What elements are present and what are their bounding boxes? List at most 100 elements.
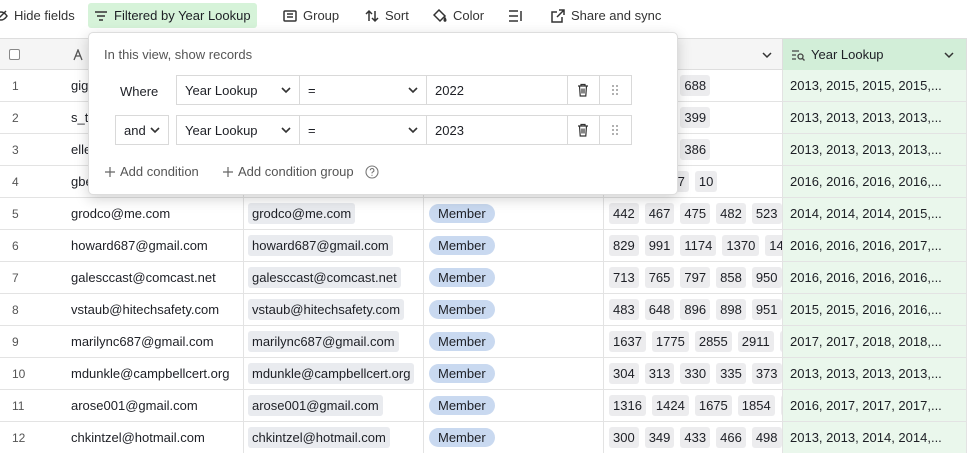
year-lookup-cell[interactable]: 2013, 2013, 2013, 2013,... — [783, 358, 967, 389]
table-row[interactable]: 10 mdunkle@campbellcert.org mdunkle@campbe… — [0, 358, 967, 390]
linked-record-chip[interactable]: grodco@me.com — [248, 203, 356, 224]
chevron-down-icon — [281, 127, 291, 134]
number-list-cell[interactable]: 483 648 896 898 951 — [604, 294, 783, 325]
number-chip: 648 — [644, 299, 675, 320]
year-lookup-cell[interactable]: 2013, 2015, 2015, 2015,... — [783, 70, 967, 101]
linked-record-cell[interactable]: arose001@gmail.com — [244, 390, 424, 421]
share-sync-button[interactable]: Share and sync — [545, 3, 667, 28]
condition-field-select[interactable]: Year Lookup — [176, 75, 300, 105]
email-cell[interactable]: grodco@me.com — [70, 198, 244, 229]
number-list-cell[interactable]: 300 349 433 466 498 — [604, 422, 783, 453]
table-row[interactable]: 11 arose001@gmail.com arose001@gmail.com Me… — [0, 390, 967, 422]
condition-value-input[interactable]: 2022 — [427, 75, 568, 105]
color-label: Color — [453, 8, 485, 23]
year-lookup-header-label: Year Lookup — [811, 47, 884, 62]
year-lookup-cell[interactable]: 2016, 2016, 2016, 2017,... — [783, 230, 967, 261]
number-list-cell[interactable]: 304 313 330 335 373 — [604, 358, 783, 389]
year-lookup-cell[interactable]: 2014, 2014, 2014, 2015,... — [783, 198, 967, 229]
linked-record-chip[interactable]: vstaub@hitechsafety.com — [248, 299, 405, 320]
linked-record-chip[interactable]: marilync687@gmail.com — [248, 331, 399, 352]
table-row[interactable]: 6 howard687@gmail.com howard687@gmail.com M… — [0, 230, 967, 262]
linked-record-chip[interactable]: galesccast@comcast.net — [248, 267, 401, 288]
role-cell[interactable]: Member — [424, 358, 604, 389]
email-cell[interactable]: marilync687@gmail.com — [70, 326, 244, 357]
number-chip: 797 — [680, 267, 711, 288]
paint-bucket-icon — [433, 8, 447, 22]
year-lookup-cell[interactable]: 2016, 2016, 2016, 2016,... — [783, 262, 967, 293]
year-lookup-cell[interactable]: 2016, 2016, 2016, 2016,... — [783, 166, 967, 197]
number-list-cell[interactable]: 13161424167518541 — [604, 390, 783, 421]
number-chip: 896 — [680, 299, 711, 320]
linked-record-cell[interactable]: mdunkle@campbellcert.org — [244, 358, 424, 389]
year-lookup-cell[interactable]: 2017, 2017, 2018, 2018,... — [783, 326, 967, 357]
linked-record-cell[interactable]: chkintzel@hotmail.com — [244, 422, 424, 453]
role-cell[interactable]: Member — [424, 294, 604, 325]
table-row[interactable]: 5 grodco@me.com grodco@me.com Member 442 467 4… — [0, 198, 967, 230]
drag-condition-handle[interactable] — [600, 75, 632, 105]
linked-record-chip[interactable]: arose001@gmail.com — [248, 395, 383, 416]
conjunction-select[interactable]: and — [115, 115, 169, 145]
add-condition-group-button[interactable]: Add condition group — [223, 164, 379, 179]
condition-value-input[interactable]: 2023 — [427, 115, 568, 145]
view-toolbar: Hide fields Filtered by Year Lookup Grou… — [0, 0, 967, 32]
help-icon[interactable] — [365, 164, 379, 179]
year-lookup-cell[interactable]: 2015, 2015, 2016, 2016,... — [783, 294, 967, 325]
drag-handle-icon — [612, 85, 618, 95]
linked-record-cell[interactable]: grodco@me.com — [244, 198, 424, 229]
role-cell[interactable]: Member — [424, 422, 604, 453]
linked-record-cell[interactable]: howard687@gmail.com — [244, 230, 424, 261]
email-cell[interactable]: howard687@gmail.com — [70, 230, 244, 261]
select-all-checkbox[interactable] — [0, 39, 70, 70]
number-list-cell[interactable]: 16371775285529112 — [604, 326, 783, 357]
column-header-year-lookup[interactable]: Year Lookup — [783, 39, 967, 70]
table-row[interactable]: 8 vstaub@hitechsafety.com vstaub@hitechsaf… — [0, 294, 967, 326]
chevron-down-icon — [281, 87, 291, 94]
lookup-icon — [792, 49, 805, 61]
delete-condition-button[interactable] — [568, 115, 600, 145]
add-condition-button[interactable]: Add condition — [105, 164, 199, 179]
linked-record-chip[interactable]: howard687@gmail.com — [248, 235, 393, 256]
number-list-cell[interactable]: 442 467 475 482 523 — [604, 198, 783, 229]
linked-record-cell[interactable]: marilync687@gmail.com — [244, 326, 424, 357]
role-cell[interactable]: Member — [424, 230, 604, 261]
email-cell[interactable]: vstaub@hitechsafety.com — [70, 294, 244, 325]
number-chip: 442 — [609, 203, 639, 224]
condition-field-select[interactable]: Year Lookup — [176, 115, 300, 145]
number-list-cell[interactable]: 713 765 797 858 950 — [604, 262, 783, 293]
row-number-label: 6 — [12, 238, 19, 253]
number-chip: 498 — [751, 427, 782, 448]
email-cell[interactable]: chkintzel@hotmail.com — [70, 422, 244, 453]
condition-operator-select[interactable]: = — [300, 75, 427, 105]
linked-record-chip[interactable]: chkintzel@hotmail.com — [248, 427, 390, 448]
filter-button[interactable]: Filtered by Year Lookup — [88, 3, 257, 28]
role-badge: Member — [429, 268, 495, 287]
year-lookup-cell[interactable]: 2013, 2013, 2013, 2013,... — [783, 102, 967, 133]
table-row[interactable]: 9 marilync687@gmail.com marilync687@gmail.… — [0, 326, 967, 358]
email-cell[interactable]: mdunkle@campbellcert.org — [70, 358, 244, 389]
number-list-cell[interactable]: 82999111741370 145 — [604, 230, 783, 261]
hide-fields-button[interactable]: Hide fields — [0, 3, 81, 28]
delete-condition-button[interactable] — [568, 75, 600, 105]
share-label: Share and sync — [571, 8, 662, 23]
email-cell[interactable]: galesccast@comcast.net — [70, 262, 244, 293]
condition-operator-select[interactable]: = — [300, 115, 427, 145]
sort-button[interactable]: Sort — [359, 3, 415, 28]
linked-record-chip[interactable]: mdunkle@campbellcert.org — [248, 363, 415, 384]
group-button[interactable]: Group — [277, 3, 345, 28]
linked-record-cell[interactable]: vstaub@hitechsafety.com — [244, 294, 424, 325]
color-button[interactable]: Color — [427, 3, 490, 28]
linked-record-cell[interactable]: galesccast@comcast.net — [244, 262, 424, 293]
year-lookup-cell[interactable]: 2013, 2013, 2014, 2014,... — [783, 422, 967, 453]
year-lookup-cell[interactable]: 2013, 2013, 2013, 2013,... — [783, 134, 967, 165]
role-cell[interactable]: Member — [424, 326, 604, 357]
table-row[interactable]: 12 chkintzel@hotmail.com chkintzel@hotmail… — [0, 422, 967, 453]
drag-condition-handle[interactable] — [600, 115, 632, 145]
hide-fields-label: Hide fields — [14, 8, 75, 23]
email-cell[interactable]: arose001@gmail.com — [70, 390, 244, 421]
role-cell[interactable]: Member — [424, 390, 604, 421]
year-lookup-cell[interactable]: 2016, 2017, 2017, 2017,... — [783, 390, 967, 421]
table-row[interactable]: 7 galesccast@comcast.net galesccast@comcas… — [0, 262, 967, 294]
role-cell[interactable]: Member — [424, 262, 604, 293]
role-cell[interactable]: Member — [424, 198, 604, 229]
row-height-button[interactable] — [502, 3, 528, 28]
